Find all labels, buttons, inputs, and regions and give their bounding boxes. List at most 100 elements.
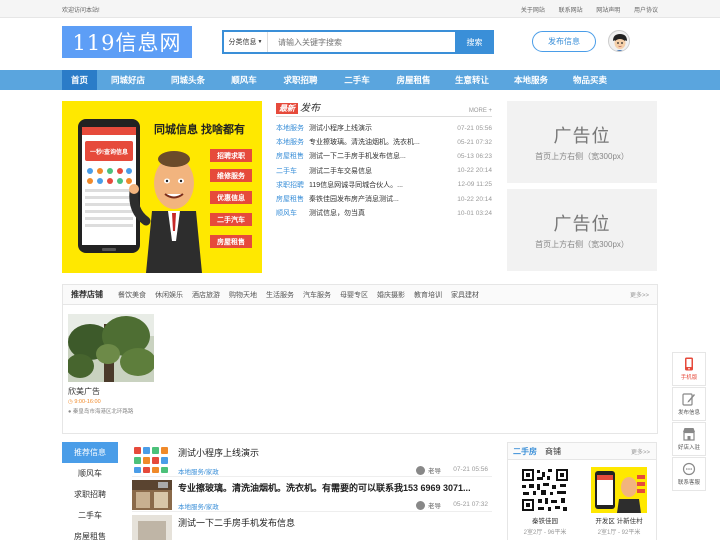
search-category-select[interactable]: 分类信息 ▼ <box>224 32 268 52</box>
top-link-contact[interactable]: 联系网站 <box>559 8 583 14</box>
contact-support-label: 联系客服 <box>677 480 700 486</box>
list-item[interactable]: 房屋租售 秦铁佳园发布房产消息测试... 10-22 20:14 <box>276 192 492 206</box>
list-thumbnail[interactable] <box>132 515 172 540</box>
post-info-float-button[interactable]: 发布信息 <box>672 387 706 421</box>
contact-support-button[interactable]: 联系客服 <box>672 457 706 491</box>
esf-more-link[interactable]: 更多>> <box>631 447 650 456</box>
latest-title-text[interactable]: 秦铁佳园发布房产消息测试... <box>309 194 453 204</box>
nav-item-headlines[interactable]: 同城头条 <box>159 70 217 90</box>
shops-tab-baby[interactable]: 母婴专区 <box>340 290 368 300</box>
shop-name[interactable]: 欣美广告 <box>68 386 154 397</box>
shops-tab-wedding[interactable]: 婚庆摄影 <box>377 290 405 300</box>
esf-tab-housing[interactable]: 二手房 <box>513 446 537 457</box>
nav-item-home[interactable]: 首页 <box>62 70 97 90</box>
ad-slot-top[interactable]: 广告位 首页上方右侧（宽300px） <box>507 101 657 183</box>
shop-hours-text: 9:00-16:00 <box>74 399 101 405</box>
list-item[interactable]: 测试一下二手房手机发布信息 <box>132 512 492 540</box>
ad-slot-bottom[interactable]: 广告位 首页上方右侧（宽300px） <box>507 189 657 271</box>
list-item[interactable]: 本地服务 测试小程序上线演示 07-21 05:56 <box>276 121 492 135</box>
ad-desc: 首页上方右侧（宽300px） <box>535 152 629 161</box>
shops-tab-hotel[interactable]: 酒店旅游 <box>192 290 220 300</box>
nav-item-rideshare[interactable]: 顺风车 <box>217 70 271 90</box>
esf-item-name[interactable]: 开发区 计新住村 <box>588 515 650 525</box>
latest-category[interactable]: 本地服务 <box>276 123 309 133</box>
latest-category[interactable]: 二手车 <box>276 166 309 176</box>
user-avatar[interactable] <box>608 30 630 52</box>
sidebar-item-rideshare[interactable]: 顺风车 <box>62 463 118 484</box>
list-title[interactable]: 测试小程序上线演示 <box>178 446 478 459</box>
shop-address-text: 秦皇岛市海港区北环路路 <box>72 409 134 415</box>
qr-code-image[interactable] <box>517 467 573 513</box>
post-info-button[interactable]: 发布信息 <box>532 31 596 52</box>
esf-item-image[interactable] <box>591 467 647 513</box>
latest-title-text[interactable]: 测试小程序上线演示 <box>309 123 453 133</box>
sidebar-item-used-cars[interactable]: 二手车 <box>62 505 118 526</box>
latest-title-text[interactable]: 测试一下二手房手机发布信息... <box>309 151 453 161</box>
sidebar-item-jobs[interactable]: 求职招聘 <box>62 484 118 505</box>
nav-item-goods[interactable]: 物品买卖 <box>561 70 619 90</box>
shops-tab-leisure[interactable]: 休闲娱乐 <box>155 290 183 300</box>
promo-banner[interactable]: 同城信息 找啥都有 一秒!查询信息 招聘求职 维修服务 优惠信息 二手汽车 房屋… <box>62 101 262 273</box>
esf-item[interactable]: 秦铁佳园 2室2厅 - 96平米 <box>514 467 576 536</box>
edit-icon <box>682 393 695 406</box>
list-thumbnail[interactable] <box>132 445 172 475</box>
esf-tab-shops[interactable]: 商铺 <box>545 446 561 457</box>
nav-item-shops[interactable]: 同城好店 <box>97 70 159 90</box>
latest-category[interactable]: 本地服务 <box>276 137 309 147</box>
shops-tab-food[interactable]: 餐饮美食 <box>118 290 146 300</box>
list-item[interactable]: 顺风车 测试信息，勿当真 10-01 03:24 <box>276 206 492 220</box>
nav-item-local-services[interactable]: 本地服务 <box>501 70 561 90</box>
latest-more-link[interactable]: MORE + <box>469 108 492 114</box>
sidebar-item-recommended[interactable]: 推荐信息 <box>62 442 118 463</box>
site-logo[interactable]: 119信息网 <box>62 26 192 58</box>
list-title[interactable]: 专业擦玻璃。清洗油烟机。洗衣机。有需要的可以联系我153 6969 3071..… <box>178 481 478 494</box>
latest-title-text[interactable]: 测试二手车交易信息 <box>309 166 453 176</box>
nav-item-used-cars[interactable]: 二手车 <box>330 70 384 90</box>
esf-item-name[interactable]: 秦铁佳园 <box>514 515 576 525</box>
shops-tab-shopping[interactable]: 购物天地 <box>229 290 257 300</box>
shops-more-link[interactable]: 更多>> <box>630 290 649 299</box>
list-item[interactable]: 测试小程序上线演示 本地服务/家政 老导 07-21 05:56 <box>132 442 492 477</box>
list-item[interactable]: 本地服务 专业擦玻璃。清洗油烟机。洗衣机... 05-21 07:32 <box>276 135 492 149</box>
latest-title-text[interactable]: 测试信息，勿当真 <box>309 208 453 218</box>
top-link-about[interactable]: 关于网站 <box>521 8 545 14</box>
latest-category[interactable]: 房屋租售 <box>276 194 309 204</box>
shop-image[interactable] <box>68 314 154 382</box>
kitchen-photo <box>132 480 172 510</box>
mobile-version-button[interactable]: 手机版 <box>672 352 706 386</box>
latest-category[interactable]: 房屋租售 <box>276 151 309 161</box>
list-category[interactable]: 本地服务/家政 <box>178 466 219 476</box>
top-link-statement[interactable]: 网站声明 <box>596 8 620 14</box>
shops-tab-furniture[interactable]: 家具建材 <box>451 290 479 300</box>
top-link-agreement[interactable]: 用户协议 <box>634 8 658 14</box>
category-sidebar: 推荐信息 顺风车 求职招聘 二手车 房屋租售 <box>62 442 118 540</box>
shop-join-button[interactable]: 好店入驻 <box>672 422 706 456</box>
search-button[interactable]: 搜索 <box>455 30 494 54</box>
nav-item-business-transfer[interactable]: 生意转让 <box>443 70 501 90</box>
list-category[interactable]: 本地服务/家政 <box>178 501 219 511</box>
shop-card[interactable]: 欣美广告 ◷ 9:00-16:00 ● 秦皇岛市海港区北环路路 <box>68 314 154 415</box>
promo-tag-jobs: 招聘求职 <box>210 149 252 162</box>
latest-posts: 最新 发布 MORE + 本地服务 测试小程序上线演示 07-21 05:56 本地服… <box>276 101 492 220</box>
shops-tab-education[interactable]: 教育培训 <box>414 290 442 300</box>
shops-tab-life[interactable]: 生活服务 <box>266 290 294 300</box>
shops-tab-auto[interactable]: 汽车服务 <box>303 290 331 300</box>
list-thumbnail[interactable] <box>132 480 172 510</box>
top-bar: 欢迎访问本站! 关于网站 联系网站 网站声明 用户协议 <box>0 0 720 18</box>
esf-item[interactable]: 开发区 计新住村 2室1厅 - 92平米 <box>588 467 650 536</box>
latest-category[interactable]: 求职招聘 <box>276 180 309 190</box>
recommended-shops: 推荐店铺 餐饮美食 休闲娱乐 酒店旅游 购物天地 生活服务 汽车服务 母婴专区 … <box>62 284 658 434</box>
list-item[interactable]: 房屋租售 测试一下二手房手机发布信息... 05-13 06:23 <box>276 149 492 163</box>
sidebar-item-housing[interactable]: 房屋租售 <box>62 526 118 540</box>
list-title[interactable]: 测试一下二手房手机发布信息 <box>178 516 478 529</box>
list-item[interactable]: 求职招聘 119信息网诚寻同城合伙人。... 12-09 11:25 <box>276 178 492 192</box>
latest-title-text[interactable]: 专业擦玻璃。清洗油烟机。洗衣机... <box>309 137 453 147</box>
nav-item-housing[interactable]: 房屋租售 <box>384 70 443 90</box>
search-input[interactable] <box>268 32 455 52</box>
list-item[interactable]: 二手车 测试二手车交易信息 10-22 20:14 <box>276 164 492 178</box>
list-item[interactable]: 专业擦玻璃。清洗油烟机。洗衣机。有需要的可以联系我153 6969 3071..… <box>132 477 492 512</box>
ad-title: 广告位 <box>553 126 611 146</box>
latest-title-text[interactable]: 119信息网诚寻同城合伙人。... <box>309 180 454 190</box>
nav-item-jobs[interactable]: 求职招聘 <box>271 70 330 90</box>
latest-category[interactable]: 顺风车 <box>276 208 309 218</box>
